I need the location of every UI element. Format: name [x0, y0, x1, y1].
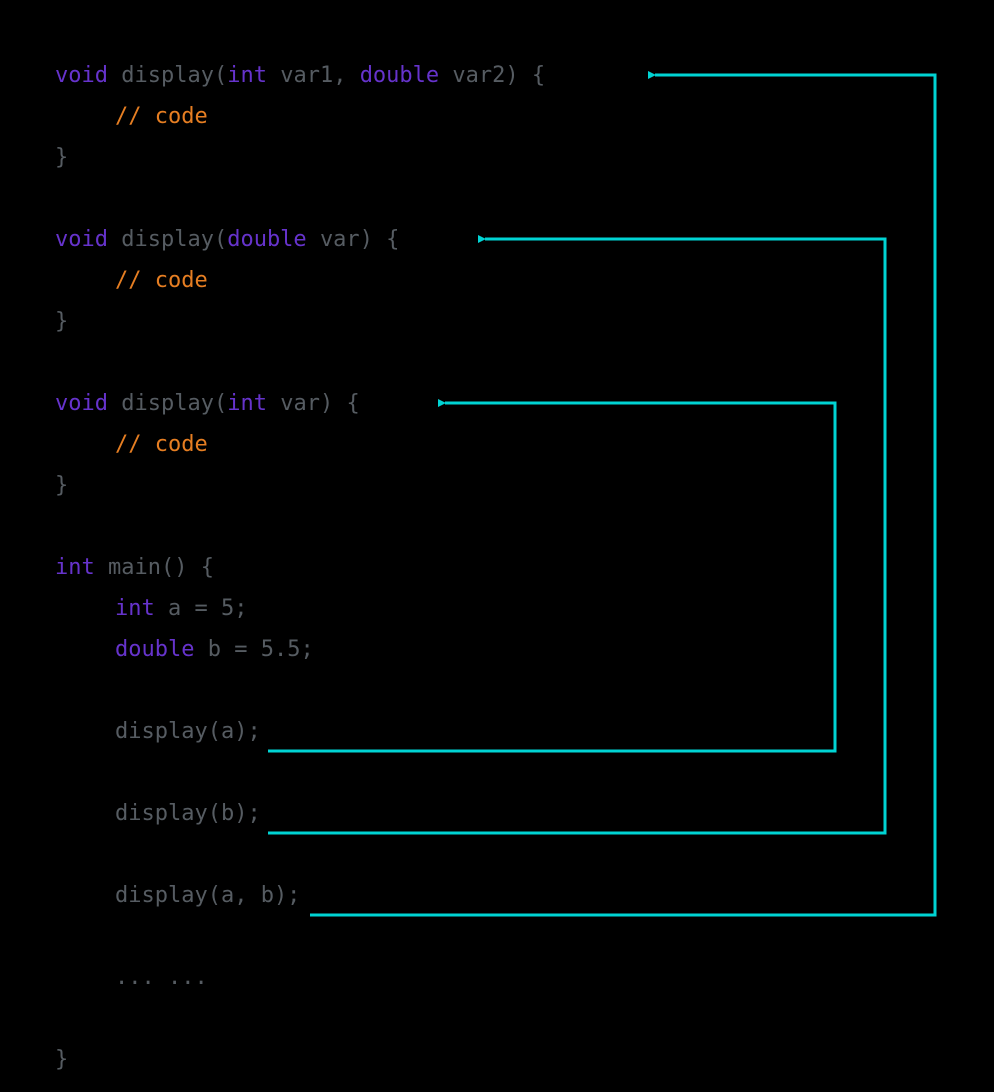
- call-display-ab: display(a, b);: [55, 875, 545, 916]
- func3-signature: void display(int var) {: [55, 383, 545, 424]
- param-name: var: [280, 391, 320, 416]
- main-name: main() {: [108, 555, 214, 580]
- main-end: }: [55, 1039, 545, 1080]
- blank-line: [55, 506, 545, 547]
- blank-line: [55, 178, 545, 219]
- blank-line: [55, 670, 545, 711]
- call-display-b: display(b);: [55, 793, 545, 834]
- comment: // code: [115, 104, 208, 129]
- blank-line: [55, 916, 545, 957]
- keyword-int: int: [227, 63, 267, 88]
- func-name: display: [121, 391, 214, 416]
- param-name: var: [320, 227, 360, 252]
- blank-line: [55, 752, 545, 793]
- keyword-int: int: [115, 596, 155, 621]
- keyword-void: void: [55, 63, 108, 88]
- main-decl1: int a = 5;: [55, 588, 545, 629]
- func3-body: // code: [55, 424, 545, 465]
- keyword-void: void: [55, 391, 108, 416]
- param-name: var2: [452, 63, 505, 88]
- keyword-double: double: [115, 637, 194, 662]
- blank-line: [55, 998, 545, 1039]
- func1-signature: void display(int var1, double var2) {: [55, 55, 545, 96]
- keyword-int: int: [55, 555, 95, 580]
- func2-body: // code: [55, 260, 545, 301]
- call-display-a: display(a);: [55, 711, 545, 752]
- comment: // code: [115, 268, 208, 293]
- func1-body: // code: [55, 96, 545, 137]
- func-name: display: [121, 227, 214, 252]
- keyword-int: int: [227, 391, 267, 416]
- code-block: void display(int var1, double var2) { //…: [55, 55, 545, 1080]
- ellipsis: ... ...: [55, 957, 545, 998]
- param-name: var1: [280, 63, 333, 88]
- main-decl2: double b = 5.5;: [55, 629, 545, 670]
- func2-signature: void display(double var) {: [55, 219, 545, 260]
- keyword-void: void: [55, 227, 108, 252]
- func3-end: }: [55, 465, 545, 506]
- func-name: display: [121, 63, 214, 88]
- main-signature: int main() {: [55, 547, 545, 588]
- keyword-double: double: [360, 63, 439, 88]
- func1-end: }: [55, 137, 545, 178]
- comment: // code: [115, 432, 208, 457]
- blank-line: [55, 342, 545, 383]
- blank-line: [55, 834, 545, 875]
- func2-end: }: [55, 301, 545, 342]
- keyword-double: double: [227, 227, 306, 252]
